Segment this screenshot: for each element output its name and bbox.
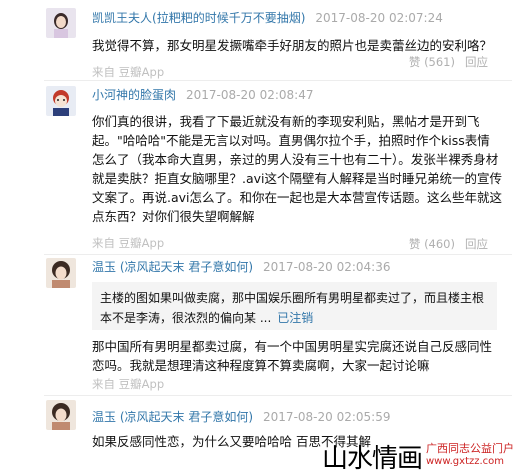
comment-header: 小河神的脸蛋肉 2017-08-20 02:08:47 — [92, 86, 313, 103]
source-label: 来自 豆瓣App — [92, 236, 165, 250]
watermark-url: www.gxtzz.com — [426, 456, 505, 467]
source-label: 来自 豆瓣App — [92, 65, 165, 79]
comment-time: 2017-08-20 02:05:59 — [263, 410, 391, 424]
avatar[interactable] — [46, 86, 76, 116]
comment-text: 那中国所有男明星都卖过腐，有一个中国男明星实完腐还说自己反感同性恋吗。我就是想理… — [92, 339, 493, 373]
comment-text: 我觉得不算，那女明星发撅嘴牵手好朋友的照片也是卖蕾丝边的安利咯？ — [92, 38, 493, 53]
comment-time: 2017-08-20 02:04:36 — [263, 260, 391, 274]
comment-header: 温玉 (凉风起天末 君子意如何) 2017-08-20 02:05:59 — [92, 408, 390, 425]
watermark-site-name: 广西同志公益门户 — [426, 442, 514, 455]
avatar[interactable] — [46, 258, 76, 288]
like-button[interactable]: 赞 (561) — [409, 55, 455, 69]
like-button[interactable]: 赞 (460) — [409, 237, 455, 251]
divider — [44, 254, 512, 255]
comment-time: 2017-08-20 02:07:24 — [315, 11, 443, 25]
divider — [44, 395, 512, 396]
reply-button[interactable]: 回应 — [465, 237, 488, 251]
username-link[interactable]: 小河神的脸蛋肉 — [92, 88, 176, 102]
watermark-logo: 山水情画 — [322, 444, 423, 474]
avatar[interactable] — [46, 8, 76, 38]
comment-text: 你们真的很讲，我看了下最近就没有新的李现安利贴，黑帖才是开到飞起。"哈哈哈"不能… — [92, 114, 502, 224]
watermark-site: 广西同志公益门户 www.gxtzz.com — [426, 442, 514, 468]
comment-header: 温玉 (凉风起天末 君子意如何) 2017-08-20 02:04:36 — [92, 258, 390, 275]
quoted-comment: 主楼的图如果叫做卖腐，那中国娱乐圈所有男明星都卖过了，而且楼主根本不是李涛，很浓… — [92, 282, 497, 330]
comment-header: 凯凯王夫人(拉粑粑的时候千万不要抽烟) 2017-08-20 02:07:24 — [92, 9, 443, 26]
username-link[interactable]: 凯凯王夫人(拉粑粑的时候千万不要抽烟) — [92, 11, 305, 25]
quote-author-link[interactable]: 已注销 — [277, 311, 313, 325]
comment-time: 2017-08-20 02:08:47 — [186, 88, 314, 102]
avatar[interactable] — [46, 400, 76, 430]
username-link[interactable]: 温玉 (凉风起天末 君子意如何) — [92, 260, 253, 274]
divider — [44, 80, 512, 81]
comment-actions: 赞 (561) 回应 — [409, 54, 488, 70]
source-label: 来自 豆瓣App — [92, 377, 165, 391]
username-link[interactable]: 温玉 (凉风起天末 君子意如何) — [92, 410, 253, 424]
reply-button[interactable]: 回应 — [465, 55, 488, 69]
comment-actions: 赞 (460) 回应 — [409, 236, 488, 252]
